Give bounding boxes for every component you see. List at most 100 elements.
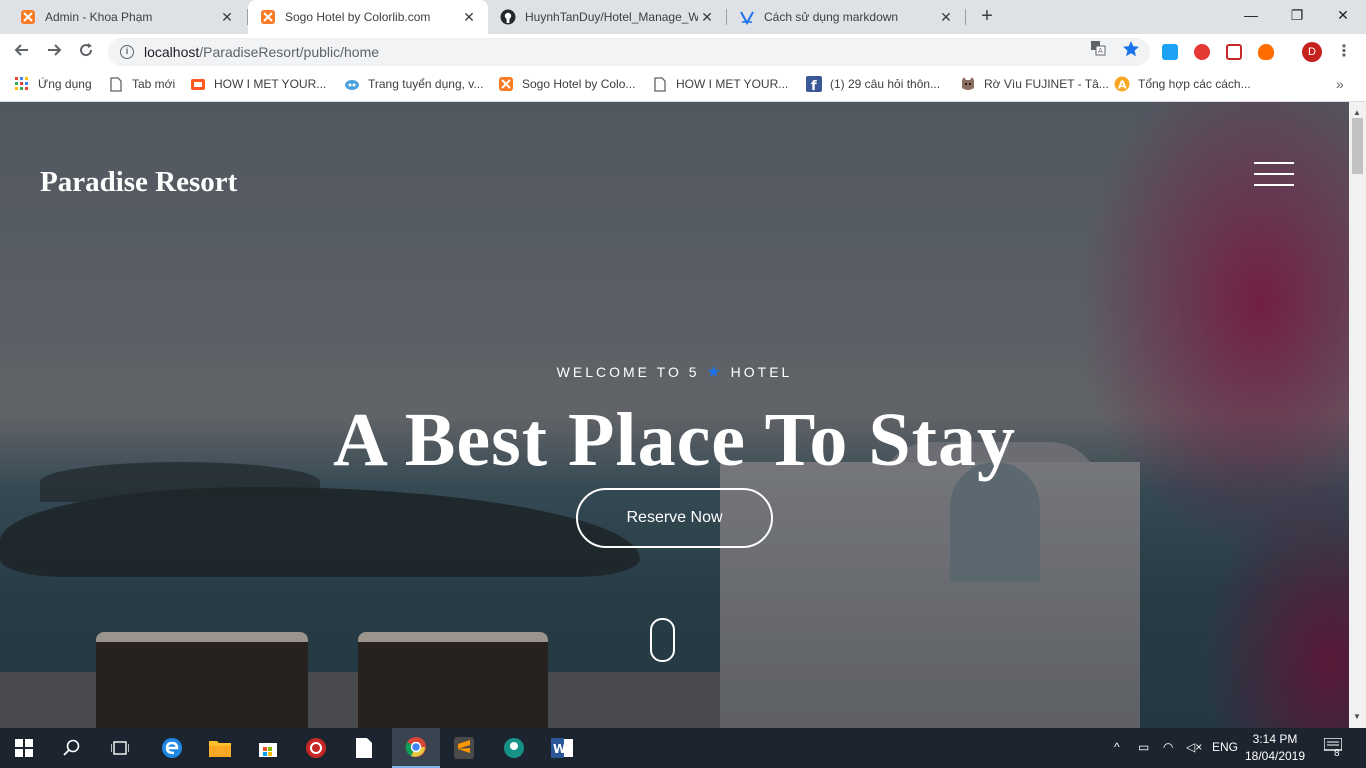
svg-text:A: A: [1118, 79, 1127, 92]
bookmark-new-tab[interactable]: Tab mới: [108, 70, 175, 98]
tab-divider: [965, 9, 966, 25]
scroll-up-arrow-icon[interactable]: ▲: [1353, 108, 1361, 117]
pocket-extension-icon[interactable]: [1226, 44, 1242, 60]
scroll-down-mouse-icon[interactable]: [650, 618, 675, 662]
bookmark-star-icon[interactable]: [1122, 40, 1139, 57]
scroll-down-arrow-icon[interactable]: ▼: [1353, 712, 1361, 721]
bookmarks-overflow-button[interactable]: »: [1336, 76, 1344, 92]
xampp-icon: [498, 76, 514, 92]
antivirus-icon[interactable]: [292, 728, 340, 768]
xampp-icon: [20, 9, 36, 25]
minimize-button[interactable]: —: [1228, 0, 1274, 30]
bookmark-label: (1) 29 câu hỏi thôn...: [830, 77, 941, 91]
svg-text:W: W: [553, 742, 566, 756]
flash-extension-icon[interactable]: [1194, 44, 1210, 60]
close-icon[interactable]: ✕: [698, 9, 716, 26]
bookmark-fujinet[interactable]: Rờ Vìu FUJINET - Tâ...: [960, 70, 1109, 98]
bookmark-label: Ứng dụng: [38, 77, 92, 91]
sublime-text-icon[interactable]: [440, 728, 488, 768]
chevron-up-icon[interactable]: ^: [1114, 740, 1120, 754]
clock[interactable]: 3:14 PM 18/04/2019: [1240, 731, 1310, 765]
store-icon[interactable]: [244, 728, 292, 768]
bookmark-label: Rờ Vìu FUJINET - Tâ...: [984, 77, 1109, 91]
task-view-icon[interactable]: [96, 728, 144, 768]
hamburger-menu-icon[interactable]: [1254, 162, 1294, 186]
maximize-button[interactable]: ❐: [1274, 0, 1320, 30]
menu-dots-icon[interactable]: ⋮: [1336, 42, 1352, 62]
close-icon[interactable]: ✕: [937, 9, 955, 26]
url-host: localhost: [144, 44, 200, 60]
search-icon[interactable]: [48, 728, 96, 768]
reserve-now-button[interactable]: Reserve Now: [576, 488, 773, 548]
cloud-icon: [344, 76, 360, 92]
site-logo[interactable]: Paradise Resort: [40, 166, 237, 199]
close-icon[interactable]: ✕: [460, 9, 478, 26]
reload-button[interactable]: [74, 40, 98, 64]
tab-title: Cách sử dụng markdown: [764, 10, 899, 24]
edge-icon[interactable]: [148, 728, 196, 768]
window-close-button[interactable]: ✕: [1320, 0, 1366, 30]
bookmark-apps[interactable]: Ứng dụng: [14, 70, 92, 98]
facebook-icon: f: [806, 76, 822, 92]
film-icon: [190, 76, 206, 92]
file-explorer-icon[interactable]: [196, 728, 244, 768]
bookmark-label: Tab mới: [132, 77, 176, 91]
language-indicator[interactable]: ENG: [1212, 740, 1238, 754]
page-icon: [652, 76, 668, 92]
bookmark-label: Sogo Hotel by Colo...: [522, 77, 636, 91]
reload-icon: [80, 43, 93, 57]
address-bar[interactable]: i localhost/ParadiseResort/public/home: [108, 38, 1150, 66]
tab-strip: Admin - Khoa Phạm ✕ Sogo Hotel by Colorl…: [0, 0, 1366, 34]
bookmark-label: Trang tuyển dụng, v...: [368, 77, 484, 91]
new-tab-button[interactable]: +: [976, 5, 998, 27]
xampp-icon: [260, 9, 276, 25]
droplet-extension-icon[interactable]: [1162, 44, 1178, 60]
clock-time: 3:14 PM: [1252, 732, 1298, 746]
browser-toolbar: i localhost/ParadiseResort/public/home A…: [0, 34, 1366, 70]
close-icon[interactable]: ✕: [218, 9, 236, 26]
bookmark-tuyen-dung[interactable]: Trang tuyển dụng, v...: [344, 70, 483, 98]
fire-extension-icon[interactable]: [1258, 44, 1274, 60]
bookmark-tong-hop[interactable]: A Tổng hợp các cách...: [1114, 70, 1251, 98]
forward-button[interactable]: [42, 40, 66, 64]
clock-date: 18/04/2019: [1244, 749, 1306, 763]
welcome-prefix: WELCOME TO 5: [556, 364, 700, 380]
bookmark-himym-1[interactable]: HOW I MET YOUR...: [190, 70, 326, 98]
gitkraken-icon[interactable]: [490, 728, 538, 768]
profile-avatar[interactable]: D: [1302, 42, 1322, 62]
bookmark-sogo[interactable]: Sogo Hotel by Colo...: [498, 70, 635, 98]
svg-text:f: f: [811, 79, 817, 92]
notepad-icon[interactable]: [340, 728, 388, 768]
page-scrollbar[interactable]: ▲ ▼: [1349, 102, 1366, 728]
volume-muted-icon[interactable]: ◁×: [1186, 740, 1202, 754]
wifi-icon[interactable]: ◠: [1163, 740, 1173, 754]
bookmark-facebook[interactable]: f (1) 29 câu hỏi thôn...: [806, 70, 940, 98]
tab-title: HuynhTanDuy/Hotel_Manage_We: [525, 10, 698, 24]
back-button[interactable]: [10, 40, 34, 64]
windows-start-icon[interactable]: [0, 728, 48, 768]
svg-text:A: A: [1098, 47, 1103, 55]
bookmark-himym-2[interactable]: HOW I MET YOUR...: [652, 70, 788, 98]
tab-github[interactable]: HuynhTanDuy/Hotel_Manage_We ✕: [488, 0, 726, 34]
bookmark-label: HOW I MET YOUR...: [214, 77, 327, 91]
battery-icon[interactable]: ▭: [1138, 740, 1149, 754]
tab-sogo-hotel[interactable]: Sogo Hotel by Colorlib.com ✕: [248, 0, 488, 34]
translate-icon[interactable]: A: [1090, 40, 1106, 56]
hero-subtitle: WELCOME TO 5 ★ HOTEL: [0, 362, 1349, 382]
url-path: /ParadiseResort/public/home: [199, 44, 380, 60]
tab-admin[interactable]: Admin - Khoa Phạm ✕: [8, 0, 246, 34]
bookmark-label: HOW I MET YOUR...: [676, 77, 789, 91]
github-icon: [500, 9, 516, 25]
star-icon: ★: [706, 364, 724, 381]
chrome-taskbar-icon[interactable]: [392, 728, 440, 768]
word-icon[interactable]: W: [538, 728, 586, 768]
hero-headline: A Best Place To Stay: [333, 398, 1016, 482]
scroll-thumb[interactable]: [1352, 118, 1363, 174]
tab-title: Sogo Hotel by Colorlib.com: [285, 10, 431, 24]
bookmarks-bar: Ứng dụng Tab mới HOW I MET YOUR... Trang…: [0, 70, 1366, 102]
tab-markdown[interactable]: Cách sử dụng markdown ✕: [727, 0, 965, 34]
windows-taskbar: W ^ ▭ ◠ ◁× ENG 3:14 PM 18/04/2019 8: [0, 728, 1366, 768]
apps-grid-icon: [14, 76, 30, 92]
bookmark-label: Tổng hợp các cách...: [1138, 77, 1251, 91]
info-icon[interactable]: i: [120, 45, 134, 59]
